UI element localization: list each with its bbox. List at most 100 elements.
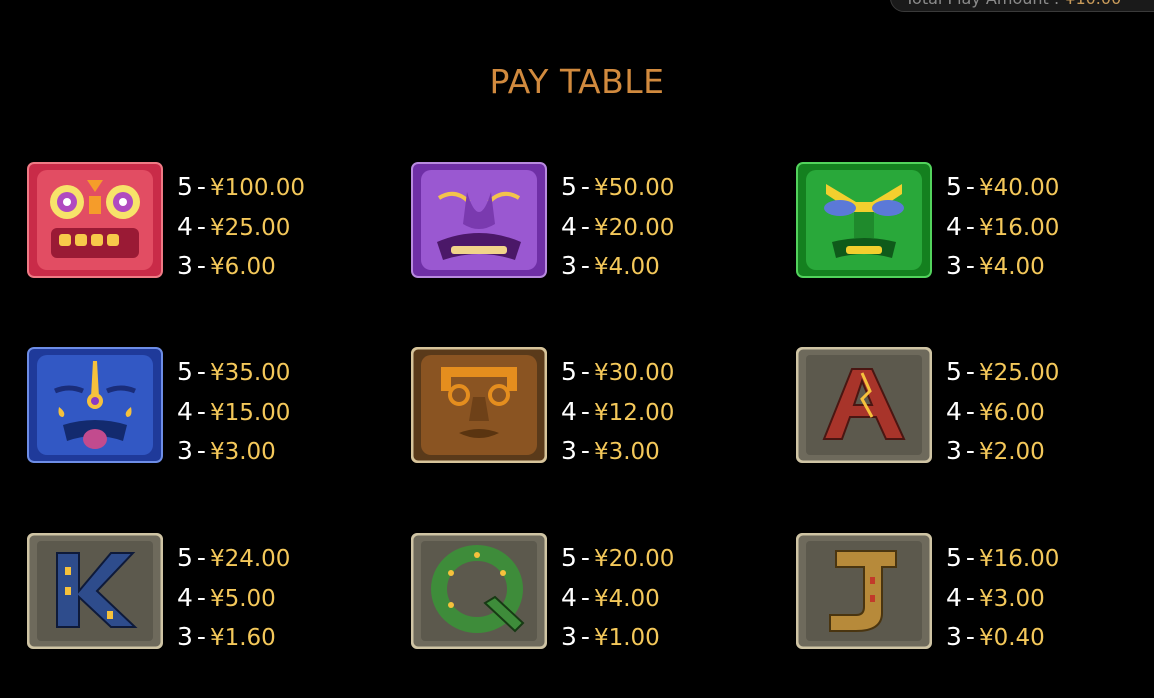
payout-line: 4- ¥5.00 (177, 582, 276, 612)
payout-amount: ¥1.60 (209, 625, 276, 651)
payout-line: 5- ¥35.00 (177, 357, 291, 386)
payout-line: 3- ¥3.00 (177, 436, 276, 465)
payout-line: 3- ¥6.00 (177, 251, 276, 280)
payout-line: 3- ¥2.00 (946, 436, 1045, 465)
payout-amount: ¥4.00 (593, 585, 660, 612)
match-count: 5 (946, 357, 962, 386)
payout-list: 5- ¥100.00 4- ¥25.00 3- ¥6.00 (177, 168, 305, 287)
match-count: 4 (946, 396, 962, 426)
match-count: 5 (561, 172, 577, 201)
match-count: 5 (177, 543, 193, 572)
payout-amount: ¥6.00 (209, 254, 276, 280)
payout-amount: ¥4.00 (978, 254, 1045, 280)
match-count: 3 (946, 251, 962, 280)
payout-amount: ¥3.00 (593, 439, 660, 465)
payout-list: 5- ¥24.00 4- ¥5.00 3- ¥1.60 (177, 539, 290, 658)
payout-list: 5- ¥30.00 4- ¥12.00 3- ¥3.00 (561, 353, 674, 472)
payout-amount: ¥30.00 (593, 360, 675, 386)
payout-amount: ¥2.00 (978, 439, 1045, 465)
payout-list: 5- ¥40.00 4- ¥16.00 3- ¥4.00 (946, 168, 1059, 287)
payout-amount: ¥100.00 (209, 175, 306, 201)
match-count: 4 (177, 582, 193, 612)
payout-line: 4- ¥6.00 (946, 396, 1045, 426)
payout-amount: ¥16.00 (978, 546, 1060, 572)
blue-tiki-mask-icon (27, 347, 163, 463)
payout-amount: ¥5.00 (209, 585, 276, 612)
match-count: 3 (561, 251, 577, 280)
match-count: 3 (177, 251, 193, 280)
payout-line: 4- ¥25.00 (177, 211, 291, 241)
payout-line: 3- ¥1.60 (177, 622, 276, 651)
payout-line: 3- ¥4.00 (561, 251, 660, 280)
match-count: 3 (561, 622, 577, 651)
green-tiki-mask-icon (796, 162, 932, 278)
match-count: 4 (177, 211, 193, 241)
payout-amount: ¥0.40 (978, 625, 1045, 651)
payout-line: 5- ¥30.00 (561, 357, 675, 386)
payout-amount: ¥25.00 (978, 360, 1060, 386)
match-count: 5 (561, 543, 577, 572)
payout-line: 3- ¥3.00 (561, 436, 660, 465)
match-count: 5 (561, 357, 577, 386)
payout-amount: ¥40.00 (978, 175, 1060, 201)
payout-list: 5- ¥16.00 4- ¥3.00 3- ¥0.40 (946, 539, 1059, 658)
payout-amount: ¥20.00 (593, 546, 675, 572)
match-count: 3 (946, 436, 962, 465)
match-count: 4 (561, 396, 577, 426)
match-count: 5 (946, 543, 962, 572)
payout-line: 5- ¥25.00 (946, 357, 1060, 386)
payout-amount: ¥3.00 (209, 439, 276, 465)
payout-line: 5- ¥20.00 (561, 543, 675, 572)
payout-list: 5- ¥25.00 4- ¥6.00 3- ¥2.00 (946, 353, 1059, 472)
payout-amount: ¥15.00 (209, 399, 291, 426)
purple-tiki-mask-icon (411, 162, 547, 278)
payout-line: 3- ¥1.00 (561, 622, 660, 651)
payout-line: 3- ¥4.00 (946, 251, 1045, 280)
payout-amount: ¥50.00 (593, 175, 675, 201)
payout-line: 4- ¥15.00 (177, 396, 291, 426)
payout-amount: ¥6.00 (978, 399, 1045, 426)
payout-line: 5- ¥100.00 (177, 172, 306, 201)
payout-amount: ¥3.00 (978, 585, 1045, 612)
payout-amount: ¥24.00 (209, 546, 291, 572)
match-count: 4 (561, 582, 577, 612)
payout-amount: ¥12.00 (593, 399, 675, 426)
payout-amount: ¥25.00 (209, 214, 291, 241)
total-play-amount-label: Total Play Amount (905, 0, 1049, 8)
payout-line: 5- ¥50.00 (561, 172, 675, 201)
payout-line: 3- ¥0.40 (946, 622, 1045, 651)
match-count: 5 (946, 172, 962, 201)
letter-a-icon (796, 347, 932, 463)
payout-line: 4- ¥3.00 (946, 582, 1045, 612)
payout-amount: ¥20.00 (593, 214, 675, 241)
match-count: 3 (177, 436, 193, 465)
total-play-amount-value: ¥10.00 (1065, 0, 1121, 8)
payout-line: 4- ¥4.00 (561, 582, 660, 612)
match-count: 3 (946, 622, 962, 651)
letter-j-icon (796, 533, 932, 649)
match-count: 5 (177, 172, 193, 201)
match-count: 4 (177, 396, 193, 426)
payout-list: 5- ¥35.00 4- ¥15.00 3- ¥3.00 (177, 353, 290, 472)
letter-k-icon (27, 533, 163, 649)
payout-amount: ¥1.00 (593, 625, 660, 651)
page-title: PAY TABLE (489, 62, 665, 101)
match-count: 5 (177, 357, 193, 386)
match-count: 4 (946, 582, 962, 612)
total-play-amount-pill: Total Play Amount :¥10.00 (890, 0, 1154, 12)
payout-list: 5- ¥50.00 4- ¥20.00 3- ¥4.00 (561, 168, 674, 287)
payout-line: 4- ¥20.00 (561, 211, 675, 241)
payout-amount: ¥35.00 (209, 360, 291, 386)
red-tiki-mask-icon (27, 162, 163, 278)
letter-q-icon (411, 533, 547, 649)
match-count: 3 (177, 622, 193, 651)
payout-amount: ¥4.00 (593, 254, 660, 280)
payout-line: 4- ¥12.00 (561, 396, 675, 426)
payout-line: 5- ¥16.00 (946, 543, 1060, 572)
match-count: 3 (561, 436, 577, 465)
payout-line: 5- ¥24.00 (177, 543, 291, 572)
payout-list: 5- ¥20.00 4- ¥4.00 3- ¥1.00 (561, 539, 674, 658)
gold-tiki-mask-icon (411, 347, 547, 463)
payout-line: 5- ¥40.00 (946, 172, 1060, 201)
match-count: 4 (946, 211, 962, 241)
